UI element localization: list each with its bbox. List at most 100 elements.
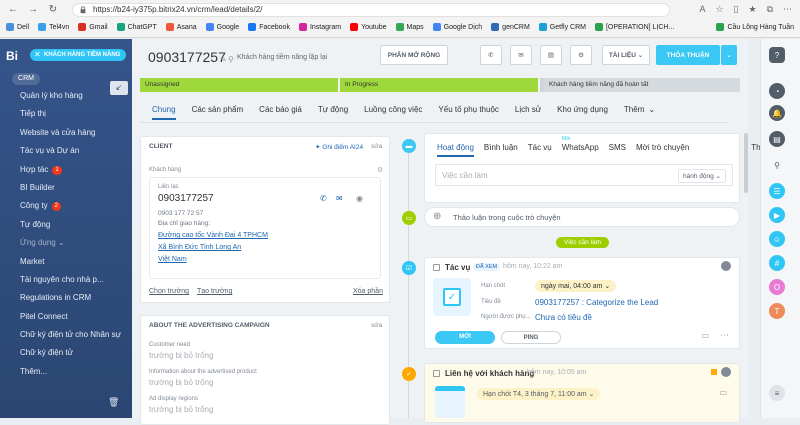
stage-item[interactable]: Khách hàng tiềm năng đã hoàn tất: [544, 78, 740, 92]
settings-icon[interactable]: ⚙: [377, 166, 383, 174]
chat-button[interactable]: ▤: [540, 45, 562, 65]
expand-button[interactable]: PHÂN MỞ RỘNG: [380, 45, 448, 65]
phone-button[interactable]: ✆: [480, 45, 502, 65]
contact-name[interactable]: 0903177257: [158, 193, 214, 204]
convert-deal-button[interactable]: THỎA THUẬN: [656, 45, 720, 65]
bookmark-item[interactable]: genCRM: [491, 23, 530, 31]
sidebar-item[interactable]: Hợp tác 1: [0, 161, 132, 179]
task-title-link[interactable]: 0903177257 : Categorize the Lead: [535, 298, 658, 307]
sidebar-item[interactable]: Pitel Connect: [0, 308, 132, 326]
activity-tab[interactable]: Mời trò chuyện: [636, 143, 689, 157]
call-icon[interactable]: ✆: [320, 194, 327, 203]
contact-deadline-chip[interactable]: Hạn chót T4, 3 tháng 7, 11:00 am ⌄: [477, 388, 601, 400]
responsible-value[interactable]: Chưa có tiêu đề: [535, 313, 592, 322]
tab-item[interactable]: Thêm: [624, 105, 644, 120]
address-line-3[interactable]: Việt Nam: [158, 256, 187, 263]
ads-field-value[interactable]: trường bị bỏ trống: [149, 378, 213, 387]
task-comment-icon[interactable]: ▭: [701, 331, 709, 340]
sidebar-section-crm[interactable]: CRM: [12, 73, 40, 85]
bookmark-item[interactable]: Cầu Lông Hàng Tuần: [716, 23, 794, 31]
sidebar-item[interactable]: Chữ ký điện tử cho Nhân sự: [0, 326, 132, 344]
bookmark-item[interactable]: Maps: [395, 23, 424, 31]
ads-field-value[interactable]: trường bị bỏ trống: [149, 405, 213, 414]
bookmark-item[interactable]: [OPERATION] LỊCH...: [594, 23, 674, 31]
help-icon[interactable]: ?: [769, 47, 785, 63]
edit-title-icon[interactable]: ✎: [220, 55, 227, 64]
email-button[interactable]: ✉: [510, 45, 532, 65]
more-icon[interactable]: ⋯: [720, 330, 729, 341]
stage-item[interactable]: Unassigned: [140, 78, 338, 92]
bookmark-item[interactable]: Asana: [165, 23, 197, 31]
close-icon[interactable]: ✕: [34, 50, 41, 59]
user-avatar-2[interactable]: T: [769, 303, 785, 319]
site-info-icon[interactable]: [79, 6, 87, 14]
tab-item[interactable]: Tự động: [318, 105, 348, 120]
status-icon[interactable]: ◔: [769, 83, 785, 99]
scrollbar[interactable]: [744, 133, 748, 193]
messenger-icon[interactable]: ◉: [356, 194, 363, 203]
notifications-icon[interactable]: 🔔: [769, 105, 785, 121]
ads-edit-link[interactable]: sửa: [371, 322, 382, 329]
forward-icon[interactable]: →: [26, 3, 40, 17]
url-bar[interactable]: https://b24-iy375p.bitrix24.vn/crm/lead/…: [72, 3, 670, 17]
ads-field-value[interactable]: trường bị bỏ trống: [149, 351, 213, 360]
sidebar-item[interactable]: Công ty 2: [0, 197, 132, 215]
tab-item[interactable]: Các sản phẩm: [192, 105, 244, 120]
contacts-icon[interactable]: ☺: [769, 231, 785, 247]
favorite-icon[interactable]: ☆: [715, 4, 723, 15]
task-checkbox[interactable]: [433, 264, 440, 271]
activity-tab[interactable]: SMS: [609, 143, 626, 157]
tab-item[interactable]: Chung: [152, 105, 176, 120]
todo-input[interactable]: Việc cần làm hành động ⌄: [435, 164, 733, 186]
video-call-icon[interactable]: ▶: [769, 207, 785, 223]
sidebar-item[interactable]: Tự động: [0, 216, 132, 234]
tab-item[interactable]: Kho ứng dụng: [557, 105, 608, 120]
browser-menu-icon[interactable]: ⋯: [783, 4, 792, 15]
sidebar-item[interactable]: Regulations in CRM: [0, 289, 132, 307]
task-new-button[interactable]: MỚI: [435, 331, 495, 344]
channels-icon[interactable]: #: [769, 255, 785, 271]
logo[interactable]: Bi: [6, 49, 18, 63]
activity-tab[interactable]: WhatsApp Mới: [562, 136, 599, 157]
contact-checkbox[interactable]: [433, 370, 440, 377]
user-avatar-icon[interactable]: [721, 367, 731, 377]
user-avatar-1[interactable]: O: [769, 279, 785, 295]
bookmark-item[interactable]: Gmail: [78, 23, 108, 31]
delete-section-link[interactable]: Xóa phần: [353, 288, 383, 295]
bookmark-item[interactable]: Facebook: [248, 23, 290, 31]
contact-comment-icon[interactable]: ▭: [719, 388, 727, 397]
back-icon[interactable]: ←: [6, 3, 20, 17]
menu-icon[interactable]: ≡: [769, 385, 785, 401]
address-line-1[interactable]: Đường cao tốc Vành Đai 4 TPHCM: [158, 232, 268, 239]
edit-link[interactable]: sửa: [371, 143, 382, 150]
sidebar-item[interactable]: Chữ ký điện tử: [0, 344, 132, 362]
documents-button[interactable]: TÀI LIỆU ⌄: [602, 45, 650, 65]
sidebar-item[interactable]: Tác vụ và Dự án: [0, 142, 132, 160]
convert-dropdown-button[interactable]: ⌄: [721, 45, 737, 65]
deadline-chip[interactable]: ngày mai, 04:00 am ⌄: [535, 280, 617, 292]
chat-list-icon[interactable]: ▤: [769, 131, 785, 147]
activity-tab[interactable]: Tác vụ: [528, 143, 552, 157]
tab-item[interactable]: Các báo giá: [259, 105, 302, 120]
bookmark-item[interactable]: Dell: [6, 23, 29, 31]
address-line-2[interactable]: Xã Bình Đức Tỉnh Long An: [158, 244, 241, 251]
split-screen-icon[interactable]: ▯: [734, 4, 739, 15]
sidebar-collapse-button[interactable]: ↙: [110, 81, 128, 95]
link-icon[interactable]: ⚲: [228, 55, 234, 64]
bookmark-item[interactable]: Getfly CRM: [538, 23, 586, 31]
sidebar-item[interactable]: BI Builder: [0, 179, 132, 197]
activity-tab[interactable]: Bình luận: [484, 143, 518, 157]
activity-tab[interactable]: Hoạt động: [437, 143, 474, 157]
tab-item[interactable]: Luồng công việc: [364, 105, 422, 120]
sidebar-item[interactable]: Market: [0, 253, 132, 271]
favorites-icon[interactable]: ★: [748, 4, 756, 15]
read-aloud-icon[interactable]: A: [699, 4, 705, 15]
sidebar-item[interactable]: Thêm...: [0, 363, 132, 381]
lead-badge[interactable]: ✕ KHÁCH HÀNG TIỀM NĂNG: [30, 49, 127, 61]
reload-icon[interactable]: ↻: [46, 3, 60, 17]
task-ping-button[interactable]: PING: [501, 331, 561, 344]
bookmark-item[interactable]: ChatGPT: [116, 23, 157, 31]
search-icon[interactable]: ⚲: [769, 157, 785, 173]
settings-button[interactable]: ⚙: [570, 45, 592, 65]
sidebar-item[interactable]: Ứng dụng ⌄: [0, 234, 132, 252]
